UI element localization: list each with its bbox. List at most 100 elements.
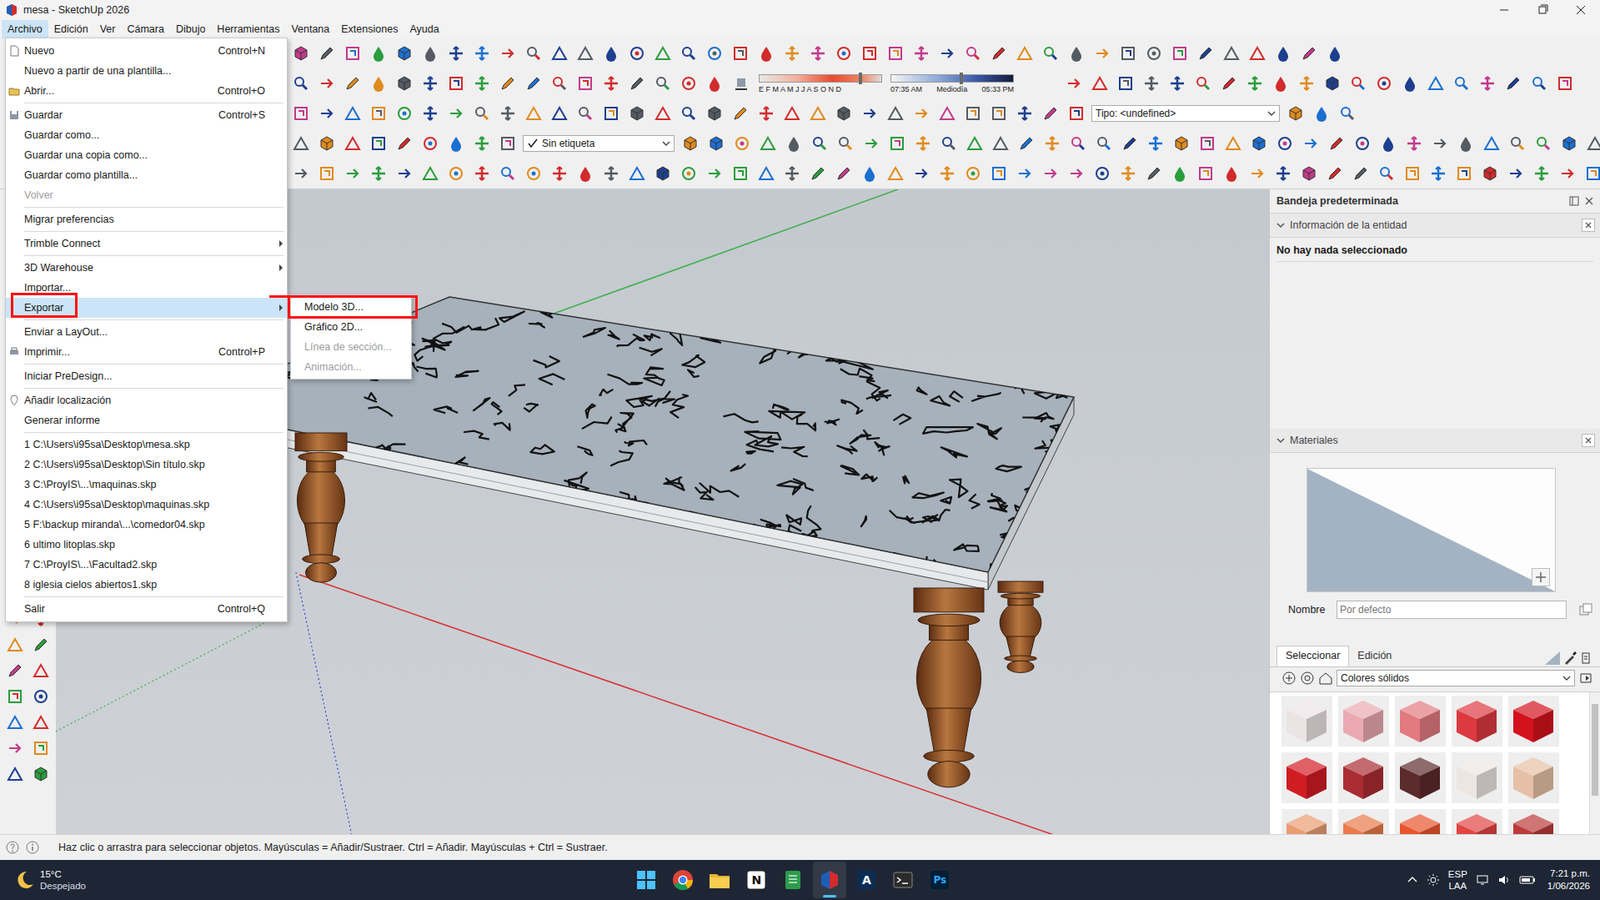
tool-icon[interactable] <box>830 160 857 186</box>
tool-icon[interactable] <box>985 40 1012 66</box>
language-indicator[interactable]: ESPLAA <box>1448 867 1468 892</box>
tool-icon[interactable] <box>961 130 988 156</box>
tool-icon[interactable] <box>442 160 469 186</box>
tool-icon[interactable] <box>365 40 392 66</box>
tool-icon[interactable] <box>675 100 702 126</box>
tool-icon[interactable] <box>1271 130 1298 156</box>
tool-icon[interactable] <box>702 130 729 156</box>
tool-icon[interactable] <box>416 70 443 96</box>
tool-icon[interactable] <box>701 160 728 186</box>
tool-icon[interactable] <box>830 40 857 66</box>
tool-icon[interactable] <box>1011 160 1038 186</box>
menu-item[interactable]: 3 C:\ProyIS\...\maquinas.skp <box>5 474 287 495</box>
taskbar-app[interactable]: A <box>849 861 883 898</box>
tool-icon[interactable] <box>1499 70 1526 96</box>
tool-icon[interactable] <box>1218 40 1244 66</box>
material-swatch[interactable] <box>1281 752 1333 803</box>
menu-item[interactable]: Modelo 3D... <box>290 296 412 317</box>
menu-item[interactable]: Iniciar PreDesign... <box>5 366 287 387</box>
tool-icon[interactable] <box>1554 160 1580 186</box>
scrollbar-thumb[interactable] <box>1591 703 1599 796</box>
tool-icon[interactable] <box>520 40 547 66</box>
tool-icon[interactable] <box>442 100 469 126</box>
tool-icon[interactable] <box>1114 160 1141 186</box>
tool-icon[interactable] <box>933 100 960 126</box>
tool-icon[interactable] <box>623 100 650 126</box>
tool-icon[interactable] <box>1347 160 1374 186</box>
tool-icon[interactable] <box>494 100 521 126</box>
tool-icon[interactable] <box>1551 70 1578 96</box>
tool-icon[interactable] <box>28 683 55 709</box>
menu-item[interactable]: Enviar a LayOut... <box>5 321 287 342</box>
tool-icon[interactable] <box>1090 130 1117 156</box>
tool-icon[interactable] <box>1374 130 1401 156</box>
tool-icon[interactable] <box>416 130 443 156</box>
tool-icon[interactable] <box>1038 130 1065 156</box>
tool-icon[interactable] <box>494 70 521 96</box>
chevron-icon[interactable] <box>1274 434 1287 447</box>
tool-icon[interactable] <box>752 40 779 66</box>
scrollbar[interactable] <box>1589 692 1600 834</box>
tool-icon[interactable] <box>1140 40 1167 66</box>
tool-icon[interactable] <box>856 160 883 186</box>
tool-icon[interactable] <box>1321 40 1348 66</box>
tool-icon[interactable] <box>442 130 469 156</box>
material-swatch[interactable] <box>1451 752 1503 803</box>
chevron-up-icon[interactable] <box>1406 873 1419 886</box>
tool-icon[interactable] <box>287 70 314 96</box>
info-icon[interactable] <box>25 839 41 855</box>
menu-bar-item[interactable]: Ver <box>94 20 122 39</box>
weather-widget[interactable]: 15°CDespejado <box>0 867 181 892</box>
material-tab[interactable]: Edición <box>1349 646 1400 667</box>
tool-icon[interactable] <box>571 160 598 186</box>
tool-icon[interactable] <box>1142 130 1169 156</box>
tool-icon[interactable] <box>1166 160 1193 186</box>
tool-icon[interactable] <box>1396 70 1423 96</box>
tool-icon[interactable] <box>701 70 728 96</box>
tool-icon[interactable] <box>727 40 753 66</box>
tool-icon[interactable] <box>442 70 469 96</box>
tool-icon[interactable] <box>1215 70 1242 96</box>
tool-icon[interactable] <box>1476 160 1503 186</box>
material-swatch[interactable] <box>1394 695 1446 747</box>
material-swatch[interactable] <box>1394 808 1446 834</box>
tool-icon[interactable] <box>1112 70 1139 96</box>
tool-icon[interactable] <box>391 100 417 126</box>
menu-item[interactable]: GuardarControl+S <box>5 105 287 126</box>
menu-bar-item[interactable]: Extensiones <box>335 20 404 39</box>
menu-item[interactable]: 2 C:\Users\i95sa\Desktop\Sin título.skp <box>5 454 287 475</box>
tool-icon[interactable] <box>933 40 960 66</box>
menu-item[interactable]: NuevoControl+N <box>5 40 287 61</box>
tool-icon[interactable] <box>391 160 417 186</box>
tool-icon[interactable] <box>1334 100 1360 126</box>
tool-icon[interactable] <box>1088 160 1115 186</box>
tool-icon[interactable] <box>1528 160 1555 186</box>
pin-icon[interactable] <box>1568 195 1580 207</box>
taskbar-app[interactable] <box>886 861 920 898</box>
tool-icon[interactable] <box>649 70 676 96</box>
sample-paint-icon[interactable] <box>1543 649 1562 667</box>
tool-icon[interactable] <box>780 130 807 156</box>
tool-icon[interactable] <box>1399 160 1425 186</box>
tool-icon[interactable] <box>1189 70 1216 96</box>
tool-icon[interactable] <box>494 40 521 66</box>
tool-icon[interactable] <box>546 100 572 126</box>
forward-icon[interactable] <box>1299 670 1315 686</box>
tool-icon[interactable] <box>1064 130 1091 156</box>
clock[interactable]: 7:21 p.m.1/06/2026 <box>1547 867 1590 893</box>
tool-icon[interactable] <box>442 40 469 66</box>
tool-icon[interactable] <box>1581 130 1600 156</box>
close-icon[interactable] <box>1561 0 1600 21</box>
tool-icon[interactable] <box>754 130 781 156</box>
tool-icon[interactable] <box>416 100 443 126</box>
tool-icon[interactable] <box>2 657 29 683</box>
tool-icon[interactable] <box>752 100 779 126</box>
tool-icon[interactable] <box>1321 160 1348 186</box>
date-slider-fill[interactable] <box>759 72 863 85</box>
menu-bar-item[interactable]: Ayuda <box>403 20 445 39</box>
tool-icon[interactable] <box>985 160 1012 186</box>
tool-icon[interactable] <box>468 70 495 96</box>
tool-icon[interactable] <box>832 130 858 156</box>
tool-icon[interactable] <box>985 100 1012 126</box>
tool-icon[interactable] <box>468 100 495 126</box>
